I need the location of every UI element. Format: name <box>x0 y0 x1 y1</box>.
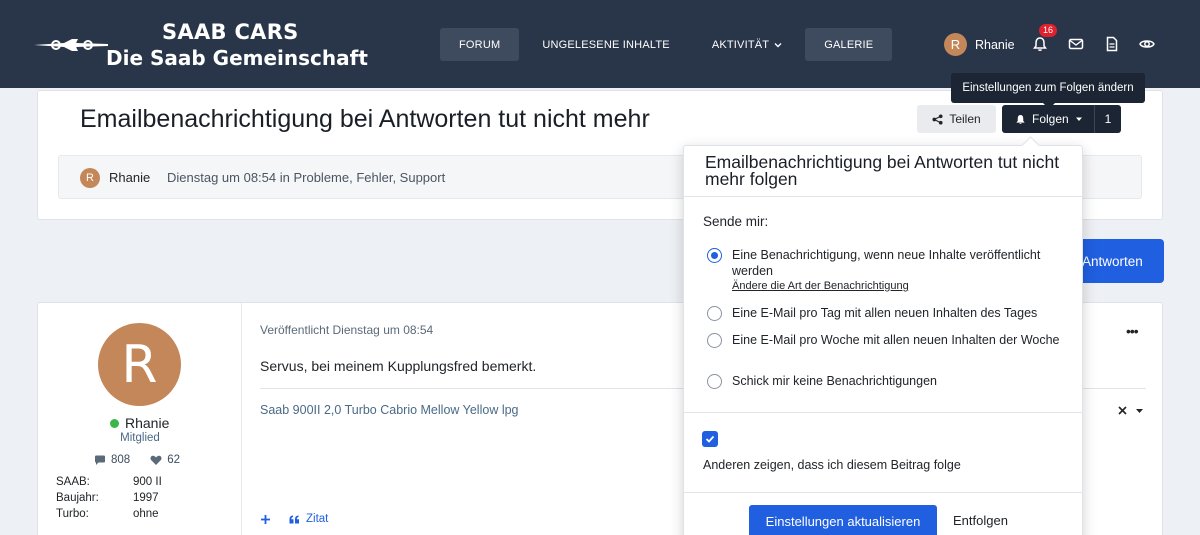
post-actions: Zitat <box>260 513 328 525</box>
eye-icon[interactable] <box>1139 36 1155 52</box>
option-label: Schick mir keine Benachrichtigungen <box>732 374 937 388</box>
caret-down-icon <box>1075 117 1082 121</box>
radio-weekly-email[interactable] <box>707 333 722 348</box>
bell-icon[interactable] <box>1032 36 1048 52</box>
logo-subtitle: Die Saab Gemeinschaft <box>106 46 368 70</box>
option-notification[interactable]: Eine Benachrichtigung, wenn neue Inhalte… <box>707 247 1062 293</box>
thread-author-link[interactable]: Rhanie <box>109 170 150 185</box>
author-name-link[interactable]: Rhanie <box>125 415 169 431</box>
send-label: Sende mir: <box>703 214 769 229</box>
online-status-icon <box>110 419 119 428</box>
nav-forum[interactable]: FORUM <box>440 28 520 61</box>
follow-tooltip: Einstellungen zum Folgen ändern <box>951 73 1145 109</box>
update-settings-button[interactable]: Einstellungen aktualisieren <box>749 505 937 535</box>
follow-dropdown-toggle[interactable]: Folgen <box>1002 112 1094 126</box>
info-key: SAAB: <box>56 476 90 488</box>
nav-activity-label: AKTIVITÄT <box>711 38 770 51</box>
page-title: Emailbenachrichtigung bei Antworten tut … <box>80 105 650 133</box>
more-options-icon[interactable]: ••• <box>1126 323 1139 339</box>
option-weekly-email[interactable]: Eine E-Mail pro Woche mit allen neuen In… <box>707 332 1062 348</box>
plane-logo-icon <box>34 39 108 51</box>
avatar: R <box>944 33 967 56</box>
post-author-panel: R Rhanie Mitglied 808 62 SAAB: 900 II Bau… <box>38 303 242 535</box>
share-icon <box>932 113 943 125</box>
logo-title: SAAB CARS <box>162 20 299 44</box>
menu-divider <box>684 412 1082 413</box>
option-label: Eine Benachrichtigung, wenn neue Inhalte… <box>732 248 1041 278</box>
info-key: Turbo: <box>56 508 89 520</box>
author-avatar[interactable]: R <box>98 323 181 406</box>
share-label: Teilen <box>949 112 981 126</box>
user-name: Rhanie <box>975 37 1015 52</box>
user-menu[interactable]: R Rhanie <box>944 33 1015 56</box>
post-count[interactable]: 808 <box>94 454 130 466</box>
radio-daily-email[interactable] <box>707 306 722 321</box>
thread-date-category: Dienstag um 08:54 in Probleme, Fehler, S… <box>167 170 446 185</box>
menu-divider <box>684 492 1082 493</box>
option-daily-email[interactable]: Eine E-Mail pro Tag mit allen neuen Inha… <box>707 305 1062 321</box>
post-count-value: 808 <box>111 454 131 466</box>
author-info-saab: SAAB: 900 II <box>56 476 162 488</box>
like-count[interactable]: 62 <box>150 454 180 466</box>
menu-divider <box>684 196 1082 197</box>
info-value: 1997 <box>133 492 159 504</box>
heart-icon <box>150 455 162 465</box>
quote-button[interactable]: Zitat <box>289 513 328 525</box>
share-button[interactable]: Teilen <box>917 105 996 133</box>
option-text: Eine Benachrichtigung, wenn neue Inhalte… <box>732 247 1062 293</box>
show-following-checkbox[interactable] <box>702 431 718 447</box>
quote-icon <box>289 515 299 523</box>
follow-menu-title: Emailbenachrichtigung bei Antworten tut … <box>705 152 1060 189</box>
like-count-value: 62 <box>167 454 180 466</box>
info-key: Baujahr: <box>56 492 99 504</box>
plus-icon[interactable] <box>260 514 271 525</box>
author-stats: 808 62 <box>94 454 180 466</box>
chevron-down-icon <box>774 42 782 47</box>
follow-settings-menu: Emailbenachrichtigung bei Antworten tut … <box>683 145 1083 535</box>
site-logo[interactable]: SAAB CARS Die Saab Gemeinschaft <box>34 18 368 74</box>
author-info-turbo: Turbo: ohne <box>56 508 159 520</box>
change-notification-type-link[interactable]: Ändere die Art der Benachrichtigung <box>732 279 1062 293</box>
option-no-notifications[interactable]: Schick mir keine Benachrichtigungen <box>707 373 1062 389</box>
post-signature: Saab 900II 2,0 Turbo Cabrio Mellow Yello… <box>260 403 519 417</box>
quote-label: Zitat <box>306 513 329 525</box>
show-following-label[interactable]: Anderen zeigen, dass ich diesem Beitrag … <box>703 458 961 472</box>
post-body: Servus, bei meinem Kupplungsfred bemerkt… <box>260 358 537 374</box>
comment-icon <box>95 455 105 465</box>
radio-notification[interactable] <box>707 248 722 263</box>
option-label: Eine E-Mail pro Tag mit allen neuen Inha… <box>732 306 1038 320</box>
radio-no-notifications[interactable] <box>707 374 722 389</box>
signature-toggle[interactable] <box>1118 403 1144 418</box>
info-value: 900 II <box>133 476 162 488</box>
unfollow-button[interactable]: Entfolgen <box>953 513 1008 528</box>
author-info-year: Baujahr: 1997 <box>56 492 159 504</box>
close-icon <box>1118 406 1127 415</box>
follower-count[interactable]: 1 <box>1094 105 1121 133</box>
nav-activity[interactable]: AKTIVITÄT <box>693 28 801 61</box>
bell-icon <box>1016 114 1025 124</box>
avatar[interactable]: R <box>80 168 100 188</box>
main-nav: FORUM UNGELESENE INHALTE AKTIVITÄT GALER… <box>440 28 893 61</box>
info-value: ohne <box>133 508 159 520</box>
checkmark-icon <box>705 435 715 443</box>
follow-label: Folgen <box>1032 112 1069 126</box>
follow-button[interactable]: Folgen 1 <box>1002 105 1121 133</box>
author-role: Mitglied <box>120 432 160 444</box>
option-label: Eine E-Mail pro Woche mit allen neuen In… <box>732 333 1060 347</box>
notification-badge: 16 <box>1039 24 1058 37</box>
envelope-icon[interactable] <box>1068 36 1084 52</box>
caret-down-icon <box>1135 409 1143 413</box>
nav-unread[interactable]: UNGELESENE INHALTE <box>523 28 688 61</box>
nav-gallery[interactable]: GALERIE <box>805 28 893 61</box>
post-date[interactable]: Veröffentlicht Dienstag um 08:54 <box>260 323 433 337</box>
document-icon[interactable] <box>1104 36 1120 52</box>
